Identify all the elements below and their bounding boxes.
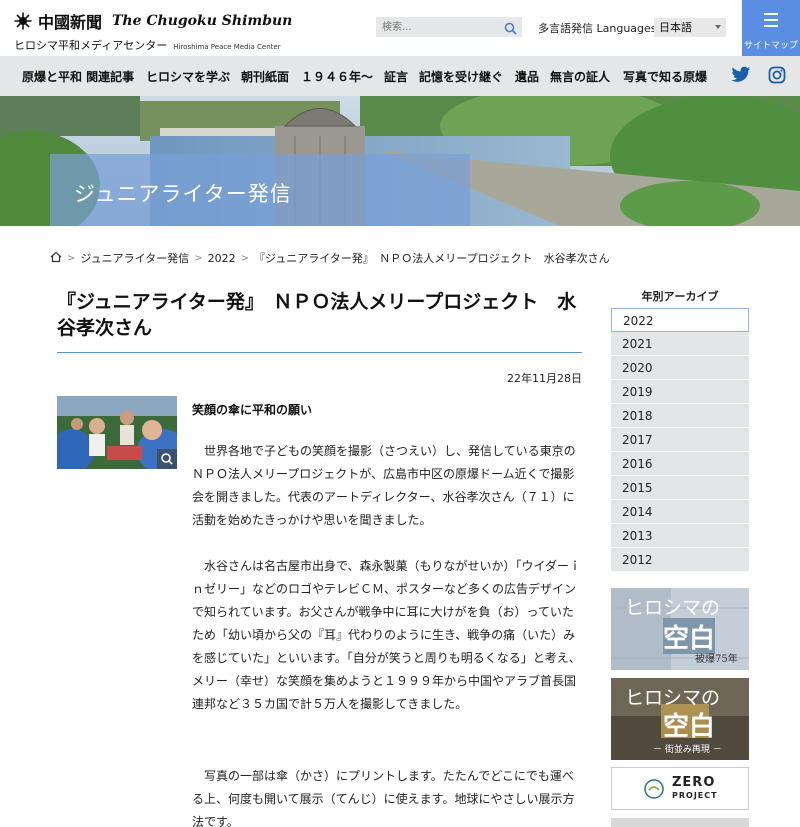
language-select-value: 日本語	[659, 21, 692, 34]
article-paragraph: 世界各地で子どもの笑顔を撮影（さつえい）し、発信している東京のＮＰＯ法人メリープ…	[192, 444, 576, 527]
breadcrumb-item-year[interactable]: 2022	[208, 252, 236, 265]
instagram-icon[interactable]	[768, 66, 786, 88]
archive-heading: 年別アーカイブ	[641, 290, 719, 303]
article-paragraph: 写真の一部は傘（かさ）にプリントします。たたんでどこにでも運べる上、何度も開いて…	[192, 769, 575, 827]
site-logo[interactable]: 中國新聞 The Chugoku Shimbun ヒロシマ平和メディアセンター …	[14, 9, 292, 53]
archive-year-2013[interactable]: 2013	[611, 524, 749, 548]
archive-year-2015[interactable]: 2015	[611, 476, 749, 500]
title-divider	[57, 352, 582, 353]
menu-icon	[764, 13, 778, 31]
logo-subtitle-jp: ヒロシマ平和メディアセンター	[14, 39, 168, 52]
zero-project-subtitle: PROJECT	[672, 791, 718, 800]
hero-title-box: ジュニアライター発信	[50, 154, 470, 226]
twitter-icon[interactable]	[731, 66, 751, 88]
nav-item-inherit-memory[interactable]: 記憶を受け継ぐ	[419, 68, 503, 85]
search-icon[interactable]	[504, 20, 517, 39]
site-header: 中國新聞 The Chugoku Shimbun ヒロシマ平和メディアセンター …	[0, 0, 800, 56]
banner2-title-emphasis: 空白	[663, 712, 716, 742]
banner-zero-project[interactable]: ZERO PROJECT	[611, 767, 749, 810]
banner-hiroshima-blank-75[interactable]: ヒロシマの 空白 被爆75年	[611, 588, 749, 670]
hero-title: ジュニアライター発信	[74, 182, 292, 206]
banner-partial[interactable]	[611, 818, 749, 827]
archive-year-2021[interactable]: 2021	[611, 332, 749, 356]
archive-year-2012[interactable]: 2012	[611, 548, 749, 572]
breadcrumb-separator: >	[240, 252, 249, 264]
archive-year-2018[interactable]: 2018	[611, 404, 749, 428]
zoom-icon[interactable]	[157, 449, 177, 469]
article-date: 22年11月28日	[507, 372, 582, 385]
hero-banner: ジュニアライター発信	[0, 96, 800, 226]
logo-name-jp: 中國新聞	[38, 13, 103, 32]
banner2-subtitle: － 街並み再現 －	[653, 745, 722, 755]
language-select[interactable]: 日本語	[654, 18, 726, 37]
nav-item-photo-atomic-bomb[interactable]: 写真で知る原爆	[623, 68, 707, 85]
banner1-subtitle: 被爆75年	[695, 654, 738, 665]
chevron-down-icon	[715, 25, 721, 29]
search-input[interactable]	[376, 17, 496, 37]
breadcrumb-separator: >	[67, 252, 76, 264]
main-nav: 原爆と平和 関連記事 ヒロシマを学ぶ 朝刊紙面 １９４６年～ 証言 記憶を受け継…	[0, 56, 800, 96]
home-icon[interactable]	[50, 251, 62, 266]
search-box	[376, 17, 522, 37]
nav-item-atomic-bomb-peace[interactable]: 原爆と平和 関連記事	[22, 68, 134, 85]
article-headline: 笑顔の傘に平和の願い	[192, 403, 313, 417]
sitemap-button[interactable]: サイトマップ	[742, 0, 800, 56]
nav-item-relics[interactable]: 遺品	[515, 68, 539, 85]
archive-year-2022[interactable]: 2022	[611, 308, 749, 332]
nav-item-silent-witness[interactable]: 無言の証人	[550, 68, 610, 85]
nav-item-testimony[interactable]: 証言	[384, 68, 408, 85]
logo-name-en: The Chugoku Shimbun	[112, 13, 293, 29]
breadcrumb-separator: >	[194, 252, 203, 264]
zero-project-logo-icon	[642, 778, 666, 804]
archive-year-2014[interactable]: 2014	[611, 500, 749, 524]
archive-year-2020[interactable]: 2020	[611, 356, 749, 380]
archive-year-2016[interactable]: 2016	[611, 452, 749, 476]
emblem-icon	[14, 12, 32, 30]
breadcrumb-item-junior-writer[interactable]: ジュニアライター発信	[80, 250, 189, 266]
archive-year-2017[interactable]: 2017	[611, 428, 749, 452]
banner1-title: ヒロシマの	[625, 597, 721, 619]
nav-item-morning-edition[interactable]: 朝刊紙面	[241, 68, 289, 85]
nav-item-learn-hiroshima[interactable]: ヒロシマを学ぶ	[146, 68, 230, 85]
sitemap-label: サイトマップ	[743, 41, 798, 51]
breadcrumb: > ジュニアライター発信 > 2022 > 『ジュニアライター発』 ＮＰＯ法人メ…	[50, 250, 610, 266]
languages-label: 多言語発信 Languages	[538, 22, 657, 35]
banner-hiroshima-blank-town[interactable]: ヒロシマの 空白 － 街並み再現 －	[611, 678, 749, 760]
archive-year-2019[interactable]: 2019	[611, 380, 749, 404]
article-title: 『ジュニアライター発』 ＮＰＯ法人メリープロジェクト 水谷孝次さん	[57, 291, 577, 339]
article-paragraph: 水谷さんは名古屋市出身で、森永製菓（もりながせいか）「ウイダーｉｎゼリー」などの…	[192, 559, 582, 711]
zero-project-title: ZERO	[672, 775, 716, 790]
article-photo[interactable]	[57, 396, 177, 469]
year-archive-list: 2022 2021 2020 2019 2018 2017 2016 2015 …	[611, 308, 749, 572]
logo-subtitle-en: Hiroshima Peace Media Center	[173, 43, 281, 51]
breadcrumb-item-current: 『ジュニアライター発』 ＮＰＯ法人メリープロジェクト 水谷孝次さん	[253, 252, 610, 265]
nav-item-1946[interactable]: １９４６年～	[301, 68, 373, 85]
